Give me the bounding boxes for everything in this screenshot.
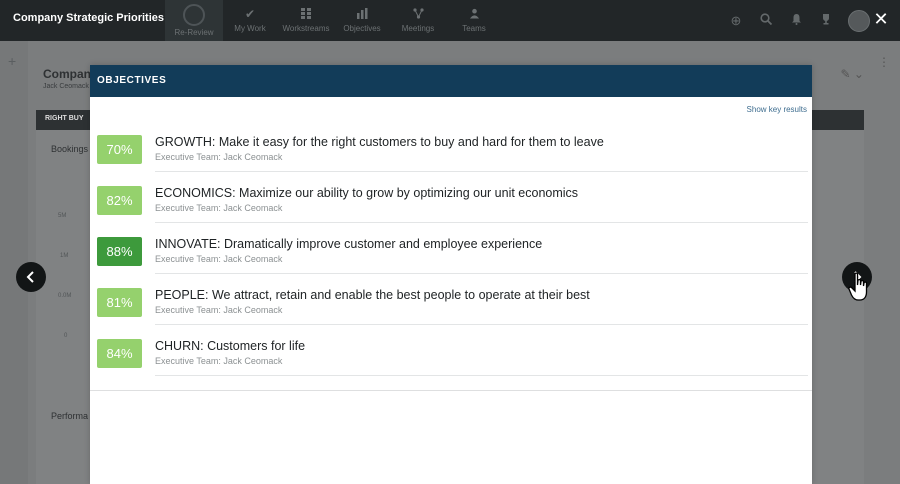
app-title: Company Strategic Priorities xyxy=(13,12,164,24)
objective-owner: Executive Team: Jack Ceomack xyxy=(155,203,283,213)
plus-icon: + xyxy=(8,53,17,69)
nav-label: Re-Review xyxy=(174,28,214,37)
show-key-results-link[interactable]: Show key results xyxy=(747,105,807,114)
nav-label: Meetings xyxy=(401,24,435,33)
chevron-left-icon xyxy=(26,271,34,283)
nav-item-review[interactable]: Re-Review xyxy=(165,0,223,41)
background-tick: 5M xyxy=(58,213,67,219)
objective-percent-badge[interactable]: 81% xyxy=(97,288,142,317)
nav-label: Objectives xyxy=(343,24,381,33)
row-divider xyxy=(155,324,808,325)
objectives-list: 70% GROWTH: Make it easy for the right c… xyxy=(97,128,808,383)
objective-owner: Executive Team: Jack Ceomack xyxy=(155,305,283,315)
nav-item-meetings[interactable]: Meetings xyxy=(389,0,447,41)
trophy-icon[interactable] xyxy=(818,13,834,29)
objective-row[interactable]: 88% INNOVATE: Dramatically improve custo… xyxy=(97,230,808,281)
row-divider xyxy=(155,171,808,172)
hand-cursor-icon xyxy=(848,272,872,307)
objective-percent-badge[interactable]: 70% xyxy=(97,135,142,164)
circle-icon xyxy=(183,4,205,26)
objective-row[interactable]: 81% PEOPLE: We attract, retain and enabl… xyxy=(97,281,808,332)
objective-title[interactable]: ECONOMICS: Maximize our ability to grow … xyxy=(155,186,578,200)
nav-label: Workstreams xyxy=(282,24,330,33)
objective-percent-badge[interactable]: 82% xyxy=(97,186,142,215)
top-bar: Company Strategic Priorities Re-Review ✔… xyxy=(0,0,900,41)
people-icon xyxy=(469,8,480,19)
search-icon[interactable] xyxy=(758,13,774,29)
row-divider xyxy=(155,273,808,274)
nav-item-teams[interactable]: Teams xyxy=(445,0,503,41)
add-icon[interactable]: ⊕ xyxy=(728,13,744,29)
background-bookings-label: Bookings xyxy=(51,144,89,154)
bar-chart-icon xyxy=(356,8,368,19)
network-icon xyxy=(412,8,424,19)
more-icon: ⋮ xyxy=(878,55,890,69)
grid-icon xyxy=(300,8,312,19)
background-tick: 1M xyxy=(60,253,69,259)
nav-item-workstreams[interactable]: Workstreams xyxy=(277,0,335,41)
nav-label: Teams xyxy=(462,24,486,33)
objective-owner: Executive Team: Jack Ceomack xyxy=(155,152,283,162)
background-tick: 0.0M xyxy=(58,293,72,299)
objective-row[interactable]: 84% CHURN: Customers for life Executive … xyxy=(97,332,808,383)
objective-title[interactable]: PEOPLE: We attract, retain and enable th… xyxy=(155,288,590,302)
objective-row[interactable]: 82% ECONOMICS: Maximize our ability to g… xyxy=(97,179,808,230)
avatar[interactable] xyxy=(848,10,870,32)
background-page-subtitle: Jack Ceomack xyxy=(43,83,89,90)
objective-percent-badge[interactable]: 88% xyxy=(97,237,142,266)
objective-title[interactable]: INNOVATE: Dramatically improve customer … xyxy=(155,237,542,251)
objective-title[interactable]: CHURN: Customers for life xyxy=(155,339,305,353)
objective-row[interactable]: 70% GROWTH: Make it easy for the right c… xyxy=(97,128,808,179)
objective-title[interactable]: GROWTH: Make it easy for the right custo… xyxy=(155,135,604,149)
modal-footer-divider xyxy=(90,390,812,391)
modal-header: OBJECTIVES xyxy=(90,65,812,97)
row-divider xyxy=(155,222,808,223)
nav-label: My Work xyxy=(234,24,266,33)
background-band-label: RIGHT BUY xyxy=(45,115,84,122)
objectives-modal: OBJECTIVES Show key results 70% GROWTH: … xyxy=(90,65,812,484)
objective-owner: Executive Team: Jack Ceomack xyxy=(155,254,283,264)
check-icon: ✔ xyxy=(244,6,256,21)
nav-item-my-work[interactable]: ✔ My Work xyxy=(221,0,279,41)
main-nav: Re-Review ✔ My Work Workstreams Objectiv… xyxy=(165,0,501,41)
background-tick: 0 xyxy=(64,333,68,339)
background-performance-label: Performa xyxy=(51,411,89,421)
edit-icon: ✎ ⌄ xyxy=(840,67,864,81)
nav-item-objectives[interactable]: Objectives xyxy=(333,0,391,41)
top-right-tools: ⊕ xyxy=(714,10,870,32)
objective-percent-badge[interactable]: 84% xyxy=(97,339,142,368)
row-divider xyxy=(155,375,808,376)
previous-arrow-button[interactable] xyxy=(16,262,46,292)
bell-icon[interactable] xyxy=(788,13,804,29)
objective-owner: Executive Team: Jack Ceomack xyxy=(155,356,283,366)
close-icon[interactable]: ✕ xyxy=(872,10,890,28)
